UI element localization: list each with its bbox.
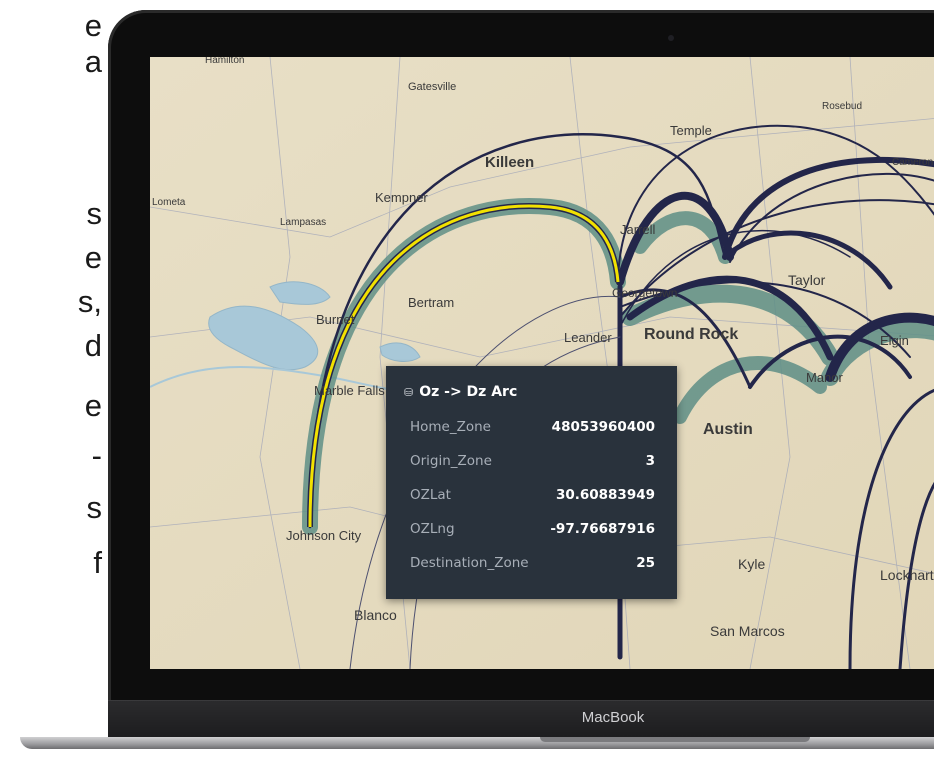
tooltip-header: ⛁ Oz -> Dz Arc	[404, 384, 517, 400]
text-fragment: f	[93, 545, 102, 580]
tooltip-key: Home_Zone	[410, 419, 491, 435]
city-label: Kempner	[375, 190, 428, 205]
text-fragment: -	[91, 438, 102, 473]
city-label: Taylor	[788, 272, 826, 288]
tooltip-key: Destination_Zone	[410, 555, 529, 571]
city-label: Blanco	[354, 607, 397, 623]
city-label: Lometa	[152, 197, 186, 208]
text-fragment: e	[84, 240, 102, 275]
text-fragment: e	[84, 8, 102, 43]
tooltip-key: OZLng	[410, 521, 455, 537]
text-fragment: s	[86, 196, 103, 231]
tooltip-value: 30.60883949	[555, 487, 655, 503]
text-fragment: s	[86, 490, 103, 525]
city-label: Gatesville	[408, 81, 456, 93]
text-fragment: e	[84, 388, 102, 423]
tooltip-row: Origin_Zone 3	[410, 453, 655, 477]
tooltip-value: 25	[636, 555, 655, 571]
tooltip-value: 48053960400	[551, 419, 655, 435]
city-label: Leander	[564, 330, 612, 345]
city-label: Elgin	[880, 333, 909, 348]
city-label: Johnson City	[286, 528, 362, 543]
city-label: San Marcos	[710, 623, 785, 639]
city-label: Killeen	[485, 154, 534, 171]
text-fragment: d	[84, 328, 102, 363]
city-label: Temple	[670, 123, 712, 138]
city-label: Georgetown	[612, 286, 677, 300]
city-label: Rosebud	[822, 101, 862, 112]
tooltip-row: Destination_Zone 25	[410, 555, 655, 579]
tooltip-row: OZLat 30.60883949	[410, 487, 655, 511]
city-label: Lampasas	[280, 217, 326, 228]
laptop-notch	[540, 737, 810, 742]
tooltip-row: OZLng -97.76687916	[410, 521, 655, 545]
city-label: Lockhart	[880, 567, 934, 583]
tooltip-value: -97.76687916	[550, 521, 655, 537]
tooltip-key: Origin_Zone	[410, 453, 492, 469]
arc-tooltip: ⛁ Oz -> Dz Arc Home_Zone 48053960400 Orig…	[386, 366, 677, 599]
city-label: Burnet	[316, 312, 355, 327]
tooltip-row: Home_Zone 48053960400	[410, 419, 655, 443]
city-label: Kyle	[738, 556, 765, 572]
tooltip-value: 3	[645, 453, 655, 469]
city-label: Cameron	[892, 157, 933, 168]
city-label: Round Rock	[644, 326, 738, 343]
city-label: Marble Falls	[314, 383, 385, 398]
text-fragment: s,	[77, 284, 102, 319]
tooltip-key: OZLat	[410, 487, 451, 503]
article-text-fragment: e a s e s, d e - s f	[0, 0, 110, 757]
city-label: Bertram	[408, 295, 454, 310]
device-brand-label: MacBook	[581, 709, 645, 726]
city-label: Jarrell	[620, 222, 656, 237]
laptop-chin: MacBook	[108, 700, 934, 739]
layers-icon: ⛁	[404, 386, 414, 399]
city-label: Manor	[806, 370, 844, 385]
text-fragment: a	[84, 44, 102, 79]
city-label: Hamilton	[205, 57, 244, 66]
tooltip-title: Oz -> Dz Arc	[419, 384, 518, 400]
city-label: Austin	[703, 421, 753, 438]
camera-icon	[668, 35, 674, 41]
